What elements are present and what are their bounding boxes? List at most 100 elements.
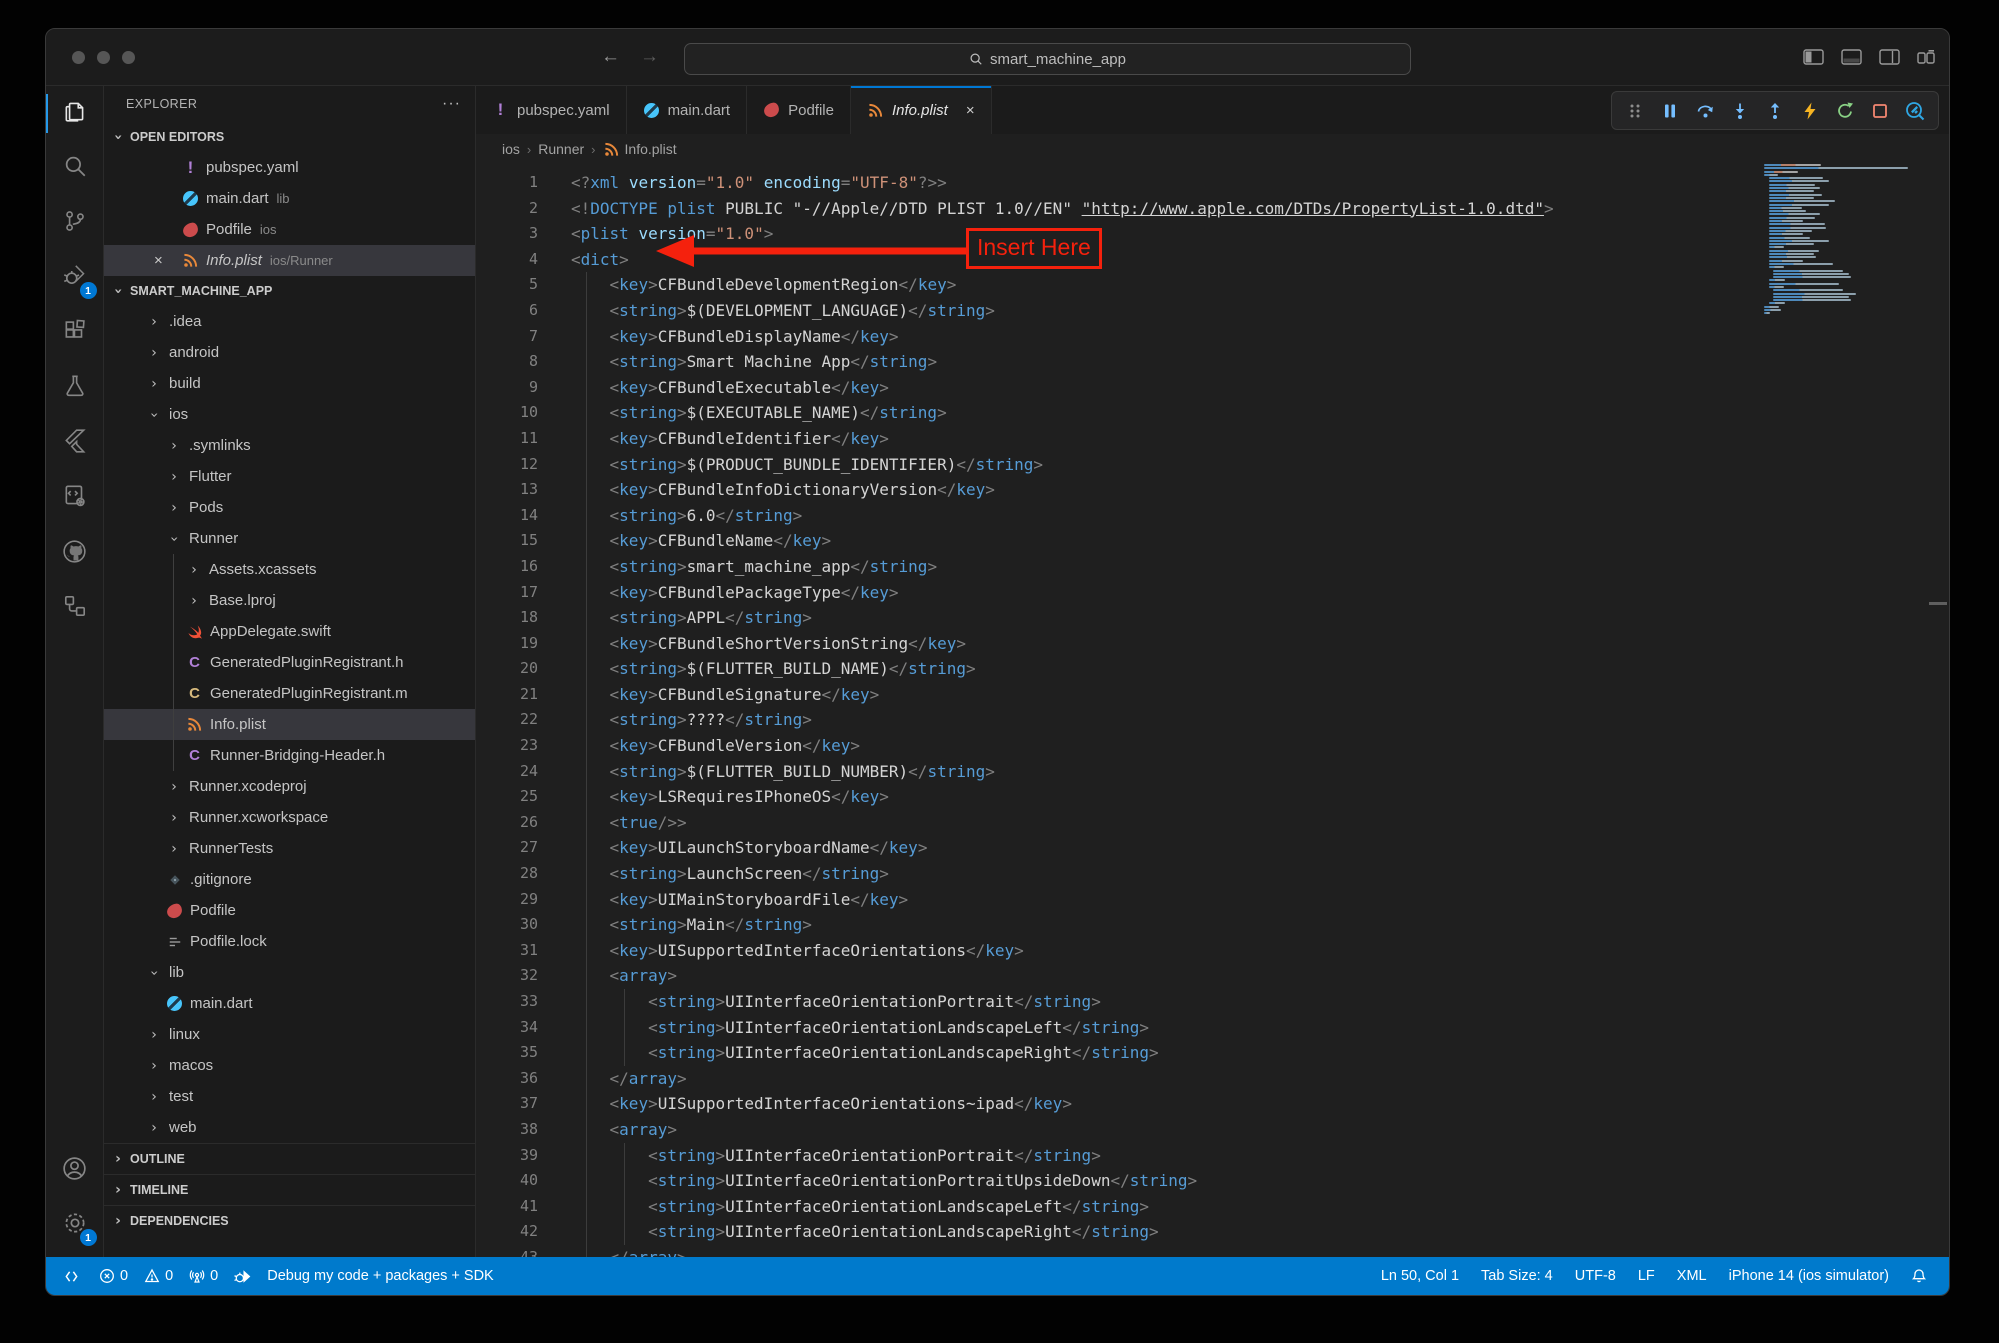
open-editor-main.dart[interactable]: main.dartlib [104, 183, 475, 214]
code-line-2[interactable]: 2<!DOCTYPE plist PUBLIC "-//Apple//DTD P… [476, 196, 1949, 222]
code-line-43[interactable]: 43 </array> [476, 1245, 1949, 1257]
code-line-9[interactable]: 9 <key>CFBundleExecutable</key> [476, 375, 1949, 401]
code-line-32[interactable]: 32 <array> [476, 963, 1949, 989]
sidebar-item-search[interactable] [46, 141, 104, 196]
toggle-panel-button[interactable] [1841, 49, 1862, 65]
tree-item-test[interactable]: ›test [104, 1081, 475, 1112]
code-line-20[interactable]: 20 <string>$(FLUTTER_BUILD_NAME)</string… [476, 656, 1949, 682]
tree-item-.idea[interactable]: ›.idea [104, 306, 475, 337]
code-line-10[interactable]: 10 <string>$(EXECUTABLE_NAME)</string> [476, 400, 1949, 426]
breadcrumb-item-Info.plist[interactable]: Info.plist [603, 141, 677, 158]
sidebar-item-testing[interactable] [46, 361, 104, 416]
code-line-14[interactable]: 14 <string>6.0</string> [476, 503, 1949, 529]
code-line-26[interactable]: 26 <true/>> [476, 810, 1949, 836]
tab-Info.plist[interactable]: Info.plist× [851, 86, 992, 134]
hot-reload-button[interactable] [1797, 98, 1823, 124]
section-open-editors[interactable]: › OPEN EDITORS [104, 122, 475, 152]
code-line-11[interactable]: 11 <key>CFBundleIdentifier</key> [476, 426, 1949, 452]
code-line-36[interactable]: 36 </array> [476, 1066, 1949, 1092]
code-line-1[interactable]: 1<?xml version="1.0" encoding="UTF-8"?>> [476, 170, 1949, 196]
toggle-primary-sidebar-button[interactable] [1803, 49, 1824, 65]
open-editor-pubspec.yaml[interactable]: !pubspec.yaml [104, 152, 475, 183]
section-project-root[interactable]: › SMART_MACHINE_APP [104, 276, 475, 306]
tree-item-GeneratedPluginRegistrant.m[interactable]: CGeneratedPluginRegistrant.m [104, 678, 475, 709]
sidebar-item-github[interactable] [46, 526, 104, 581]
code-line-41[interactable]: 41 <string>UIInterfaceOrientationLandsca… [476, 1194, 1949, 1220]
tree-item-GeneratedPluginRegistrant.h[interactable]: CGeneratedPluginRegistrant.h [104, 647, 475, 678]
toggle-secondary-sidebar-button[interactable] [1879, 49, 1900, 65]
status-eol[interactable]: LF [1630, 1257, 1663, 1295]
tree-item-.gitignore[interactable]: .gitignore [104, 864, 475, 895]
code-line-35[interactable]: 35 <string>UIInterfaceOrientationLandsca… [476, 1040, 1949, 1066]
tab-pubspec.yaml[interactable]: !pubspec.yaml [476, 86, 627, 134]
status-encoding[interactable]: UTF-8 [1567, 1257, 1624, 1295]
code-line-21[interactable]: 21 <key>CFBundleSignature</key> [476, 682, 1949, 708]
close-icon[interactable]: × [966, 102, 975, 119]
scrollbar-handle[interactable] [1929, 602, 1947, 605]
minimize-window-button[interactable] [97, 51, 110, 64]
tree-item-Assets.xcassets[interactable]: ›Assets.xcassets [104, 554, 475, 585]
breadcrumb-item-Runner[interactable]: Runner [538, 141, 584, 157]
code-line-31[interactable]: 31 <key>UISupportedInterfaceOrientations… [476, 938, 1949, 964]
tree-item-Runner.xcworkspace[interactable]: ›Runner.xcworkspace [104, 802, 475, 833]
sidebar-item-extensions[interactable] [46, 306, 104, 361]
code-line-16[interactable]: 16 <string>smart_machine_app</string> [476, 554, 1949, 580]
tree-item-RunnerTests[interactable]: ›RunnerTests [104, 833, 475, 864]
flutter-inspector-button[interactable] [1902, 98, 1928, 124]
tree-item-Podfile[interactable]: Podfile [104, 895, 475, 926]
sidebar-item-run-debug[interactable]: 1 [46, 251, 104, 306]
code-line-30[interactable]: 30 <string>Main</string> [476, 912, 1949, 938]
tree-item-linux[interactable]: ›linux [104, 1019, 475, 1050]
stop-button[interactable] [1867, 98, 1893, 124]
tree-item-build[interactable]: ›build [104, 368, 475, 399]
code-line-7[interactable]: 7 <key>CFBundleDisplayName</key> [476, 324, 1949, 350]
code-line-4[interactable]: 4<dict> [476, 247, 1949, 273]
tree-item-.symlinks[interactable]: ›.symlinks [104, 430, 475, 461]
sidebar-item-flutter[interactable] [46, 416, 104, 471]
code-line-34[interactable]: 34 <string>UIInterfaceOrientationLandsca… [476, 1015, 1949, 1041]
status-warning-count[interactable]: 0 [136, 1257, 181, 1295]
tree-item-android[interactable]: ›android [104, 337, 475, 368]
code-line-40[interactable]: 40 <string>UIInterfaceOrientationPortrai… [476, 1168, 1949, 1194]
tree-item-Flutter[interactable]: ›Flutter [104, 461, 475, 492]
tree-item-Podfile.lock[interactable]: Podfile.lock [104, 926, 475, 957]
code-line-42[interactable]: 42 <string>UIInterfaceOrientationLandsca… [476, 1219, 1949, 1245]
tree-item-lib[interactable]: ›lib [104, 957, 475, 988]
close-icon[interactable]: × [154, 252, 163, 269]
tree-item-Base.lproj[interactable]: ›Base.lproj [104, 585, 475, 616]
accounts-button[interactable] [46, 1143, 104, 1198]
tree-item-Runner-Bridging-Header.h[interactable]: CRunner-Bridging-Header.h [104, 740, 475, 771]
code-line-13[interactable]: 13 <key>CFBundleInfoDictionaryVersion</k… [476, 477, 1949, 503]
sidebar-item-references[interactable] [46, 581, 104, 636]
tree-item-Runner.xcodeproj[interactable]: ›Runner.xcodeproj [104, 771, 475, 802]
zoom-window-button[interactable] [122, 51, 135, 64]
tree-item-Pods[interactable]: ›Pods [104, 492, 475, 523]
drag-handle-icon[interactable] [1622, 98, 1648, 124]
code-line-19[interactable]: 19 <key>CFBundleShortVersionString</key> [476, 631, 1949, 657]
sidebar-item-project-settings[interactable] [46, 471, 104, 526]
back-button[interactable]: ← [601, 46, 620, 68]
breadcrumb-item-ios[interactable]: ios [502, 141, 520, 157]
sidebar-item-source-control[interactable] [46, 196, 104, 251]
code-line-28[interactable]: 28 <string>LaunchScreen</string> [476, 861, 1949, 887]
code-line-23[interactable]: 23 <key>CFBundleVersion</key> [476, 733, 1949, 759]
pause-button[interactable] [1657, 98, 1683, 124]
code-line-25[interactable]: 25 <key>LSRequiresIPhoneOS</key> [476, 784, 1949, 810]
status-debug-config[interactable]: Debug my code + packages + SDK [259, 1257, 502, 1295]
customize-layout-button[interactable] [1917, 49, 1935, 65]
tree-item-Info.plist[interactable]: Info.plist [104, 709, 475, 740]
code-line-37[interactable]: 37 <key>UISupportedInterfaceOrientations… [476, 1091, 1949, 1117]
minimap[interactable] [1764, 164, 1929, 1257]
status-debug-icon-item[interactable] [226, 1257, 259, 1295]
status-indentation[interactable]: Tab Size: 4 [1473, 1257, 1561, 1295]
code-line-3[interactable]: 3<plist version="1.0"> [476, 221, 1949, 247]
status-language-mode[interactable]: XML [1669, 1257, 1715, 1295]
code-line-22[interactable]: 22 <string>????</string> [476, 707, 1949, 733]
code-line-24[interactable]: 24 <string>$(FLUTTER_BUILD_NUMBER)</stri… [476, 759, 1949, 785]
code-line-38[interactable]: 38 <array> [476, 1117, 1949, 1143]
settings-button[interactable]: 1 [46, 1198, 104, 1253]
code-line-33[interactable]: 33 <string>UIInterfaceOrientationPortrai… [476, 989, 1949, 1015]
code-line-17[interactable]: 17 <key>CFBundlePackageType</key> [476, 580, 1949, 606]
open-editor-Podfile[interactable]: Podfileios [104, 214, 475, 245]
tree-item-macos[interactable]: ›macos [104, 1050, 475, 1081]
